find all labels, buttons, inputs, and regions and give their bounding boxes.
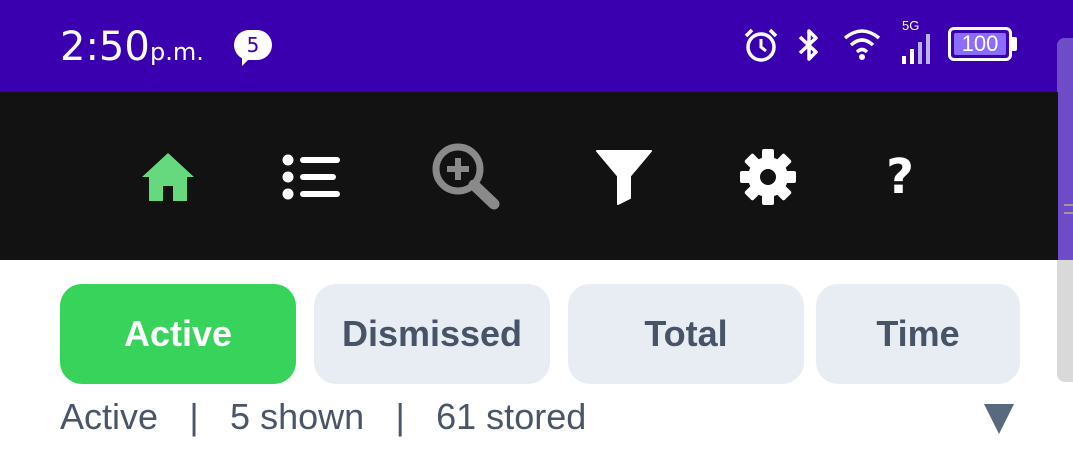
summary-line: Active | 5 shown | 61 stored — [60, 396, 586, 438]
notification-badge[interactable]: 5 — [234, 30, 272, 66]
battery-icon: 100 — [948, 27, 1012, 61]
tab-label: Active — [123, 313, 233, 354]
list-button[interactable] — [272, 132, 352, 222]
tab-label: Time — [876, 313, 960, 354]
help-icon: ? — [886, 149, 914, 205]
clock: 2:50 — [60, 24, 150, 70]
help-button[interactable]: ? — [860, 132, 940, 222]
signal-icon — [902, 34, 930, 64]
home-button[interactable] — [128, 132, 208, 222]
alarm-icon — [744, 28, 778, 62]
scrollbar-grip-icon — [1064, 204, 1073, 214]
settings-button[interactable] — [728, 132, 808, 222]
tab-active[interactable]: Active — [60, 284, 296, 384]
tab-label: Total — [644, 313, 728, 354]
tab-dismissed[interactable]: Dismissed — [314, 284, 550, 384]
bluetooth-icon — [798, 29, 818, 61]
battery-level: 100 — [954, 33, 1006, 55]
tab-label: Dismissed — [341, 313, 523, 354]
summary-mode: Active — [60, 396, 159, 437]
summary-stored-count: 61 stored — [436, 396, 587, 437]
gear-icon — [740, 149, 796, 205]
battery-tip — [1012, 37, 1017, 51]
scrollbar-thumb[interactable] — [1057, 38, 1073, 260]
summary-separator: | — [395, 396, 405, 437]
tab-total[interactable]: Total — [568, 284, 804, 384]
filter-button[interactable] — [584, 132, 664, 222]
status-bar: 2:50 p.m. 5 5G 100 — [0, 0, 1073, 92]
zoom-in-icon — [432, 143, 500, 210]
zoom-button[interactable] — [426, 132, 506, 222]
summary-shown-count: 5 shown — [230, 396, 365, 437]
top-toolbar: ? — [0, 92, 1058, 260]
wifi-icon — [843, 29, 881, 60]
clock-ampm: p.m. — [150, 38, 204, 66]
list-icon — [282, 154, 340, 200]
summary-separator: | — [189, 396, 199, 437]
expand-dropdown-icon[interactable] — [984, 404, 1014, 434]
tab-time[interactable]: Time — [816, 284, 1020, 384]
filter-icon — [596, 150, 652, 205]
home-icon — [142, 153, 194, 201]
